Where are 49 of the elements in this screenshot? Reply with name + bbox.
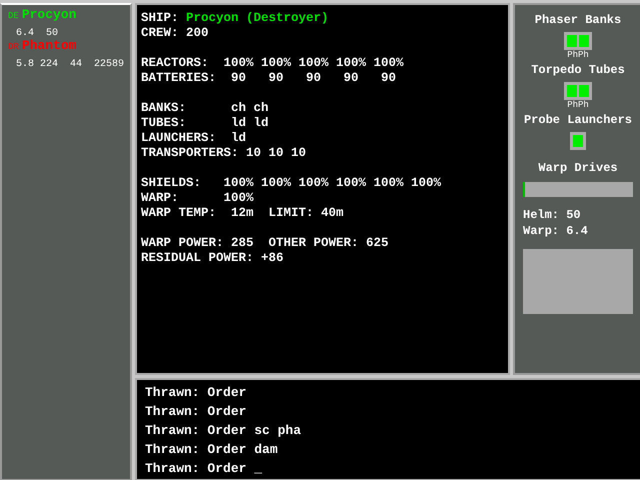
ship-code: DR	[8, 42, 19, 53]
status-label: TUBES:	[141, 116, 188, 131]
status-label: LAUNCHERS:	[141, 131, 218, 146]
status-label: TRANSPORTERS:	[141, 146, 239, 161]
status-value: ld	[231, 131, 246, 146]
status-value: 285 OTHER POWER: 625	[231, 236, 389, 251]
status-value: 10 10 10	[246, 146, 306, 161]
status-value: ld ld	[231, 116, 269, 131]
console-line: Thrawn: Order dam	[145, 441, 279, 459]
weapon-slot[interactable]	[573, 135, 583, 147]
slot-caption: PhPh	[567, 50, 589, 60]
status-value: ch ch	[231, 101, 269, 116]
console-line: Thrawn: Order _	[145, 460, 264, 478]
status-label: SHIELDS:	[141, 176, 202, 191]
status-label: WARP:	[141, 191, 180, 206]
status-label: WARP TEMP:	[141, 206, 218, 221]
console-line: Thrawn: Order	[145, 384, 248, 402]
weapon-slot[interactable]	[567, 35, 577, 47]
weapon-slot[interactable]	[579, 35, 589, 47]
readout: Warp: 6.4	[523, 223, 588, 239]
system-title: Probe Launchers	[524, 112, 632, 128]
ship-stats: 5.8 224 44 22589	[15, 60, 124, 70]
system-title: Torpedo Tubes	[531, 62, 625, 78]
ship-code: DE	[8, 11, 19, 22]
slot-caption: PhPh	[567, 100, 589, 110]
status-label: RESIDUAL POWER:	[141, 251, 254, 266]
status-value: Procyon (Destroyer)	[186, 11, 329, 26]
status-value: 200	[186, 26, 209, 41]
status-value: +86	[261, 251, 284, 266]
console-line: Thrawn: Order	[145, 403, 248, 421]
status-label: REACTORS:	[141, 56, 210, 71]
status-label: WARP POWER:	[141, 236, 225, 251]
system-title: Warp Drives	[538, 160, 618, 176]
status-value: 90 90 90 90 90	[230, 71, 396, 86]
status-value: 100%	[224, 191, 254, 206]
status-label: BANKS:	[141, 101, 188, 116]
ship-stats: 6.4 50	[15, 29, 58, 39]
status-value: 100% 100% 100% 100% 100% 100%	[224, 176, 442, 191]
status-label: CREW:	[141, 26, 180, 41]
status-label: BATTERIES:	[141, 71, 218, 86]
status-value: 100% 100% 100% 100% 100%	[224, 56, 404, 71]
weapon-slot[interactable]	[579, 85, 589, 97]
weapon-slot[interactable]	[567, 85, 577, 97]
status-value: 12m LIMIT: 40m	[230, 206, 344, 221]
console-line: Thrawn: Order sc pha	[145, 422, 302, 440]
status-label: SHIP:	[141, 11, 180, 26]
system-title: Phaser Banks	[534, 12, 622, 28]
ship-name[interactable]: Procyon	[22, 9, 76, 20]
readout: Helm: 50	[523, 207, 581, 223]
